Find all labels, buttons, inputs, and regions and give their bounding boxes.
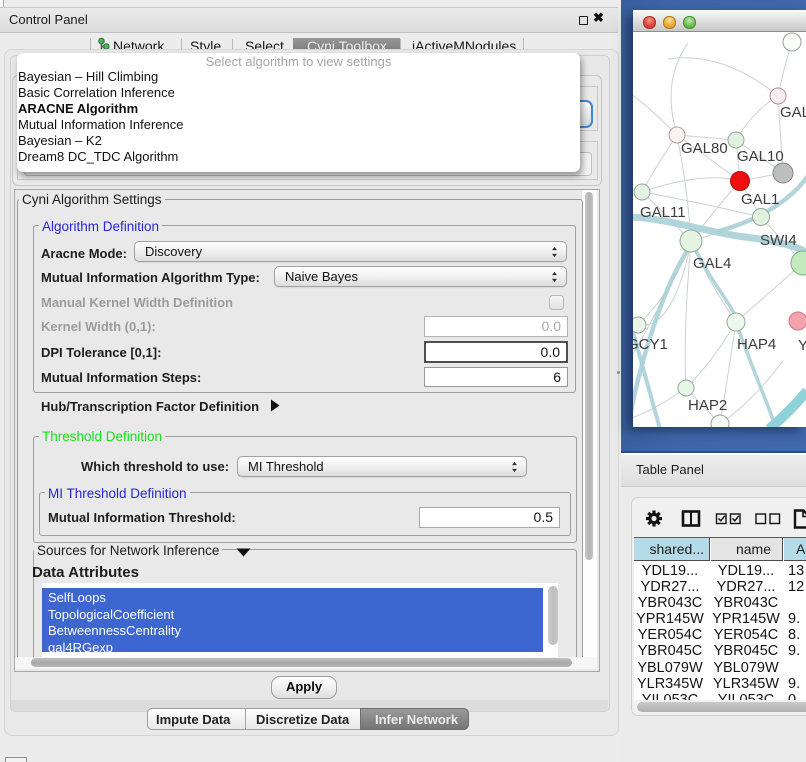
svg-text:HAP2: HAP2 — [688, 397, 727, 414]
svg-text:HAP4: HAP4 — [737, 336, 776, 353]
svg-text:GCY1: GCY1 — [633, 336, 668, 353]
svg-text:SWI4: SWI4 — [760, 232, 797, 249]
svg-text:Y: Y — [798, 337, 806, 354]
svg-text:GAL1: GAL1 — [741, 191, 779, 208]
svg-text:GAL4: GAL4 — [693, 255, 731, 272]
svg-text:GAL: GAL — [780, 104, 806, 121]
svg-text:GAL11: GAL11 — [640, 204, 686, 221]
svg-text:GAL10: GAL10 — [737, 148, 784, 165]
svg-text:GAL80: GAL80 — [681, 140, 728, 157]
